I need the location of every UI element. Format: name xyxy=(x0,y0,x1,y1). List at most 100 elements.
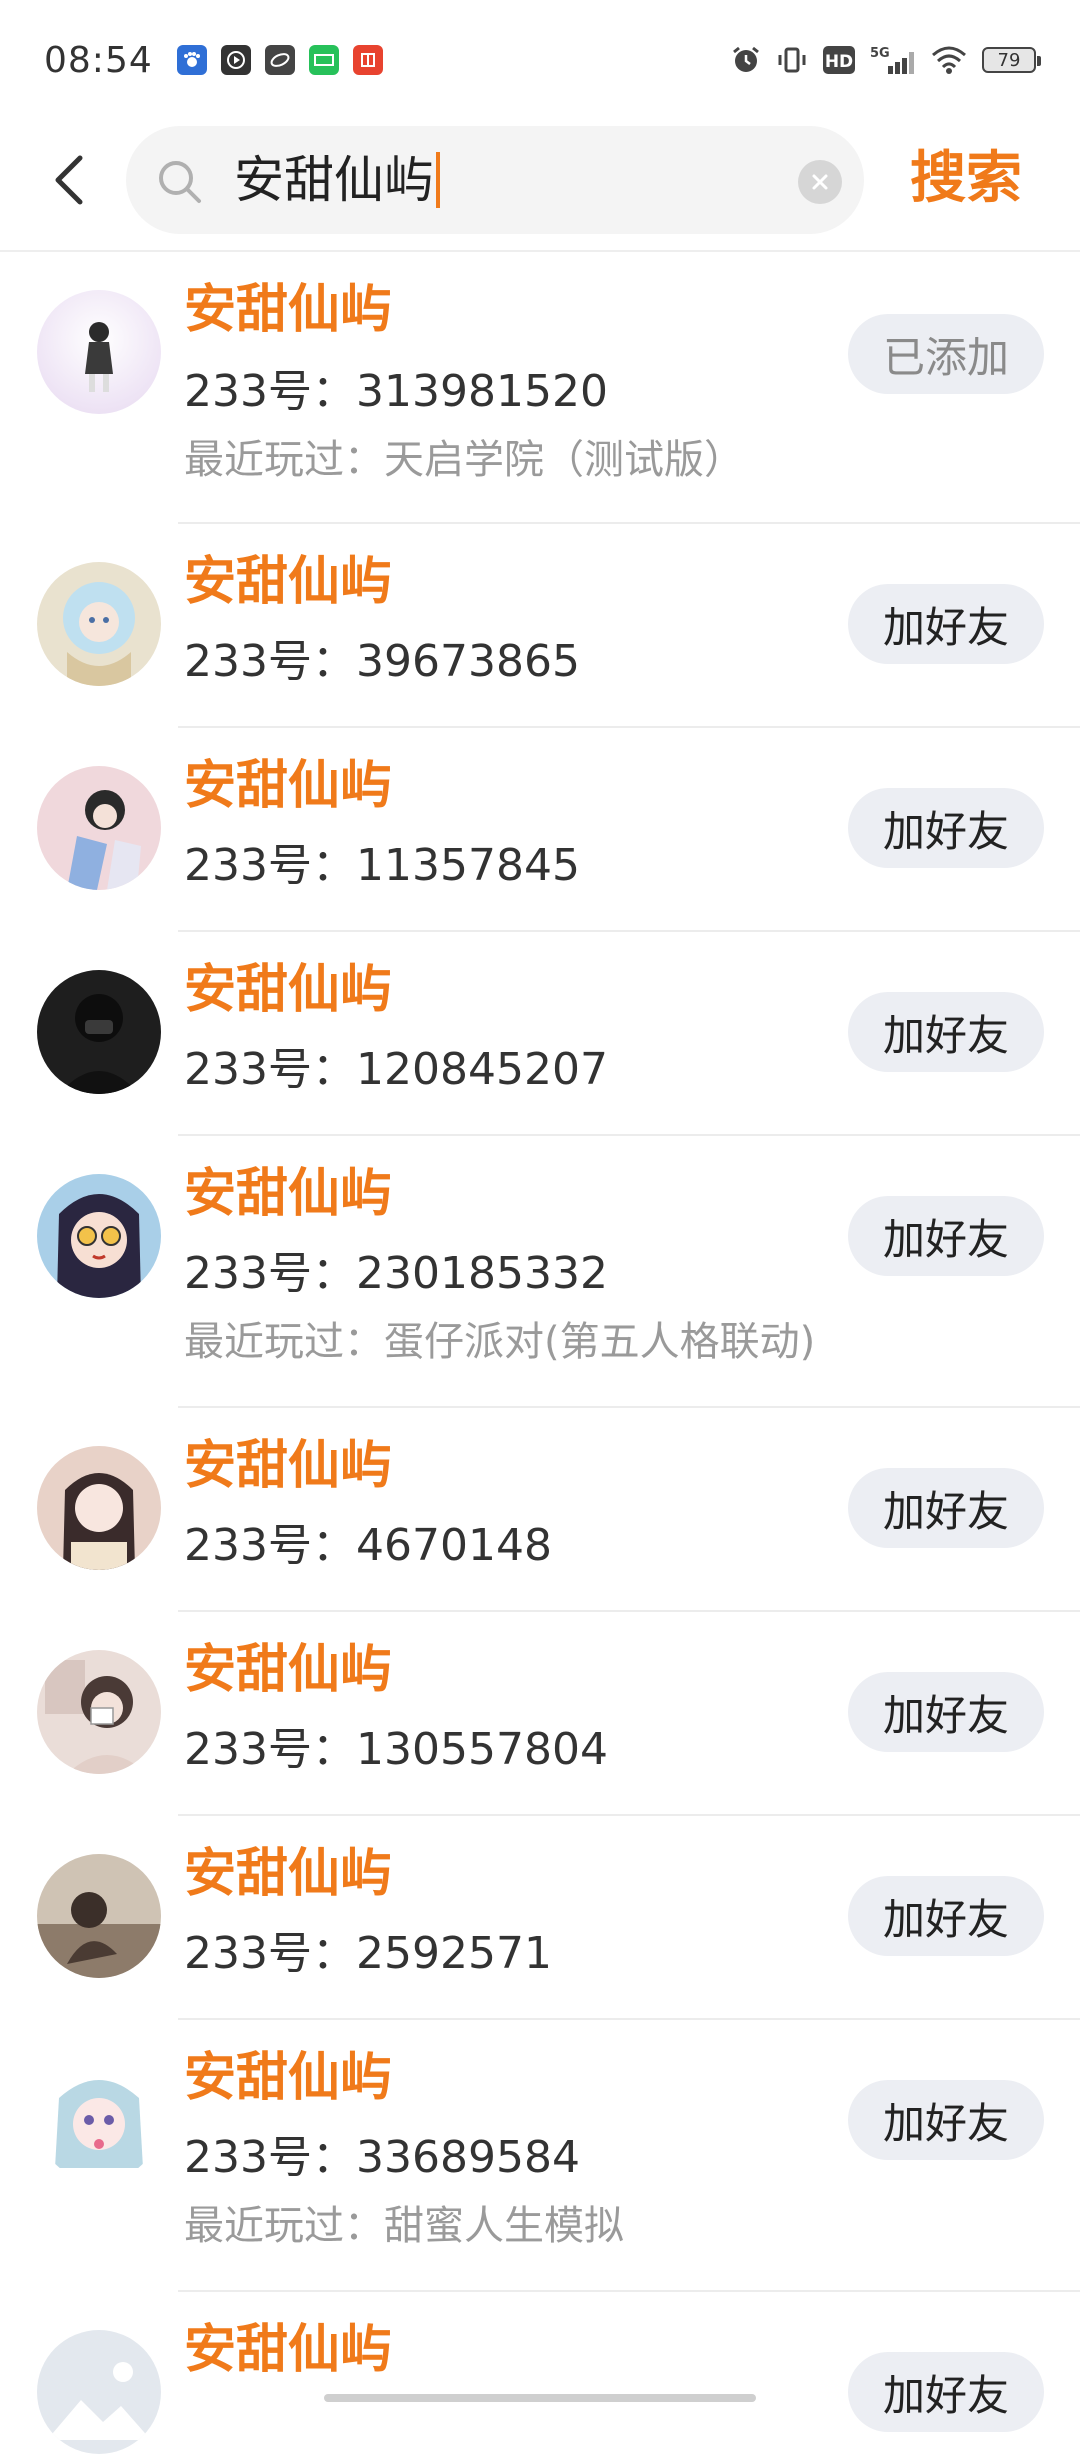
result-name: 安甜仙屿 xyxy=(184,960,393,1020)
result-id-label: 233号： xyxy=(184,636,356,687)
result-id: 233号：11357845 xyxy=(184,840,580,892)
list-item[interactable]: 安甜仙屿 233号：11357845 加好友 xyxy=(0,728,1080,932)
list-item[interactable]: 安甜仙屿 233号：33689584 最近玩过：甜蜜人生模拟 加好友 xyxy=(0,2020,1080,2292)
text-caret xyxy=(436,152,440,208)
avatar xyxy=(37,2058,161,2182)
list-item[interactable]: 安甜仙屿 加好友 xyxy=(0,2292,1080,2454)
recently-played-label: 最近玩过： xyxy=(184,437,384,483)
result-name: 安甜仙屿 xyxy=(184,1436,393,1496)
result-id: 233号：130557804 xyxy=(184,1724,608,1776)
result-id: 233号：120845207 xyxy=(184,1044,608,1096)
add-friend-button[interactable]: 加好友 xyxy=(848,2352,1044,2432)
result-id: 233号：230185332 xyxy=(184,1248,608,1300)
add-friend-button[interactable]: 加好友 xyxy=(848,788,1044,868)
network-type: 5G xyxy=(870,46,890,61)
status-bar: 08:54 HD 5G 79 xyxy=(0,0,1080,120)
search-icon xyxy=(156,158,204,210)
result-id: 233号：33689584 xyxy=(184,2132,580,2184)
avatar xyxy=(37,1854,161,1978)
result-id-value: 130557804 xyxy=(355,1724,608,1775)
result-name: 安甜仙屿 xyxy=(184,756,393,816)
result-id-value: 39673865 xyxy=(355,636,580,687)
list-item[interactable]: 安甜仙屿 233号：120845207 加好友 xyxy=(0,932,1080,1136)
avatar xyxy=(37,970,161,1094)
add-friend-button[interactable]: 加好友 xyxy=(848,992,1044,1072)
add-friend-button[interactable]: 加好友 xyxy=(848,2080,1044,2160)
list-item[interactable]: 安甜仙屿 233号：313981520 最近玩过：天启学院（测试版） 已添加 xyxy=(0,252,1080,524)
baidu-paw-icon xyxy=(176,45,207,75)
back-button[interactable] xyxy=(40,150,100,210)
list-item[interactable]: 安甜仙屿 233号：4670148 加好友 xyxy=(0,1408,1080,1612)
search-results-list: 安甜仙屿 233号：313981520 最近玩过：天启学院（测试版） 已添加 安… xyxy=(0,252,1080,2454)
search-query: 安甜仙屿 xyxy=(234,152,440,208)
result-name: 安甜仙屿 xyxy=(184,1844,393,1904)
result-id-value: 33689584 xyxy=(355,2132,580,2183)
result-id-label: 233号： xyxy=(184,366,356,417)
recently-played-label: 最近玩过： xyxy=(184,1319,384,1365)
hd-label: HD xyxy=(825,52,853,72)
result-id-value: 120845207 xyxy=(355,1044,608,1095)
result-id-value: 230185332 xyxy=(355,1248,608,1299)
result-id-label: 233号： xyxy=(184,1928,356,1979)
video-player-icon xyxy=(220,45,251,75)
add-friend-button[interactable]: 加好友 xyxy=(848,1672,1044,1752)
result-name: 安甜仙屿 xyxy=(184,552,393,612)
recently-played-game: 甜蜜人生模拟 xyxy=(384,2203,624,2249)
add-friend-button[interactable]: 加好友 xyxy=(848,1876,1044,1956)
search-input[interactable]: 安甜仙屿 xyxy=(126,126,864,234)
close-icon xyxy=(812,174,828,190)
recently-played: 最近玩过：蛋仔派对(第五人格联动) xyxy=(184,1318,815,1366)
status-app-icons xyxy=(176,45,383,75)
result-id: 233号：4670148 xyxy=(184,1520,552,1572)
search-query-text: 安甜仙屿 xyxy=(234,151,434,209)
add-friend-button[interactable]: 加好友 xyxy=(848,584,1044,664)
avatar-placeholder xyxy=(37,2330,161,2454)
hd-icon: HD xyxy=(822,45,856,75)
result-name: 安甜仙屿 xyxy=(184,1640,393,1700)
result-id-value: 313981520 xyxy=(355,366,608,417)
cellular-signal-icon: 5G xyxy=(870,44,916,76)
swirl-app-icon xyxy=(264,45,295,75)
add-friend-button[interactable]: 加好友 xyxy=(848,1196,1044,1276)
list-item[interactable]: 安甜仙屿 233号：230185332 最近玩过：蛋仔派对(第五人格联动) 加好… xyxy=(0,1136,1080,1408)
result-id-label: 233号： xyxy=(184,1248,356,1299)
status-time: 08:54 xyxy=(44,39,153,81)
add-friend-button[interactable]: 加好友 xyxy=(848,1468,1044,1548)
avatar xyxy=(37,1174,161,1298)
home-indicator[interactable] xyxy=(324,2394,756,2402)
alarm-icon xyxy=(730,44,762,76)
result-id-label: 233号： xyxy=(184,2132,356,2183)
added-button[interactable]: 已添加 xyxy=(848,314,1044,394)
avatar xyxy=(37,1446,161,1570)
result-id: 233号：313981520 xyxy=(184,366,608,418)
search-button[interactable]: 搜索 xyxy=(910,144,1022,214)
recently-played-game: 蛋仔派对(第五人格联动) xyxy=(384,1319,816,1365)
chevron-left-icon xyxy=(55,155,83,205)
status-indicators: HD 5G 79 xyxy=(730,44,1041,76)
search-header: 安甜仙屿 搜索 xyxy=(0,120,1080,252)
vibrate-icon xyxy=(776,44,808,76)
result-id-value: 2592571 xyxy=(355,1928,552,1979)
result-name: 安甜仙屿 xyxy=(184,280,393,340)
wifi-icon xyxy=(930,45,968,75)
clear-search-button[interactable] xyxy=(798,160,842,204)
avatar xyxy=(37,1650,161,1774)
list-item[interactable]: 安甜仙屿 233号：39673865 加好友 xyxy=(0,524,1080,728)
result-id: 233号：39673865 xyxy=(184,636,580,688)
recently-played-game: 天启学院（测试版） xyxy=(384,437,744,483)
avatar xyxy=(37,562,161,686)
audio-app-icon xyxy=(352,45,383,75)
result-id-label: 233号： xyxy=(184,1724,356,1775)
recently-played: 最近玩过：天启学院（测试版） xyxy=(184,436,744,484)
result-id-label: 233号： xyxy=(184,1044,356,1095)
result-name: 安甜仙屿 xyxy=(184,2048,393,2108)
result-id-value: 11357845 xyxy=(355,840,580,891)
recently-played-label: 最近玩过： xyxy=(184,2203,384,2249)
avatar xyxy=(37,290,161,414)
iqiyi-icon xyxy=(308,45,339,75)
avatar xyxy=(37,766,161,890)
list-item[interactable]: 安甜仙屿 233号：2592571 加好友 xyxy=(0,1816,1080,2020)
battery-icon: 79 xyxy=(982,47,1041,73)
list-item[interactable]: 安甜仙屿 233号：130557804 加好友 xyxy=(0,1612,1080,1816)
result-id-value: 4670148 xyxy=(355,1520,552,1571)
